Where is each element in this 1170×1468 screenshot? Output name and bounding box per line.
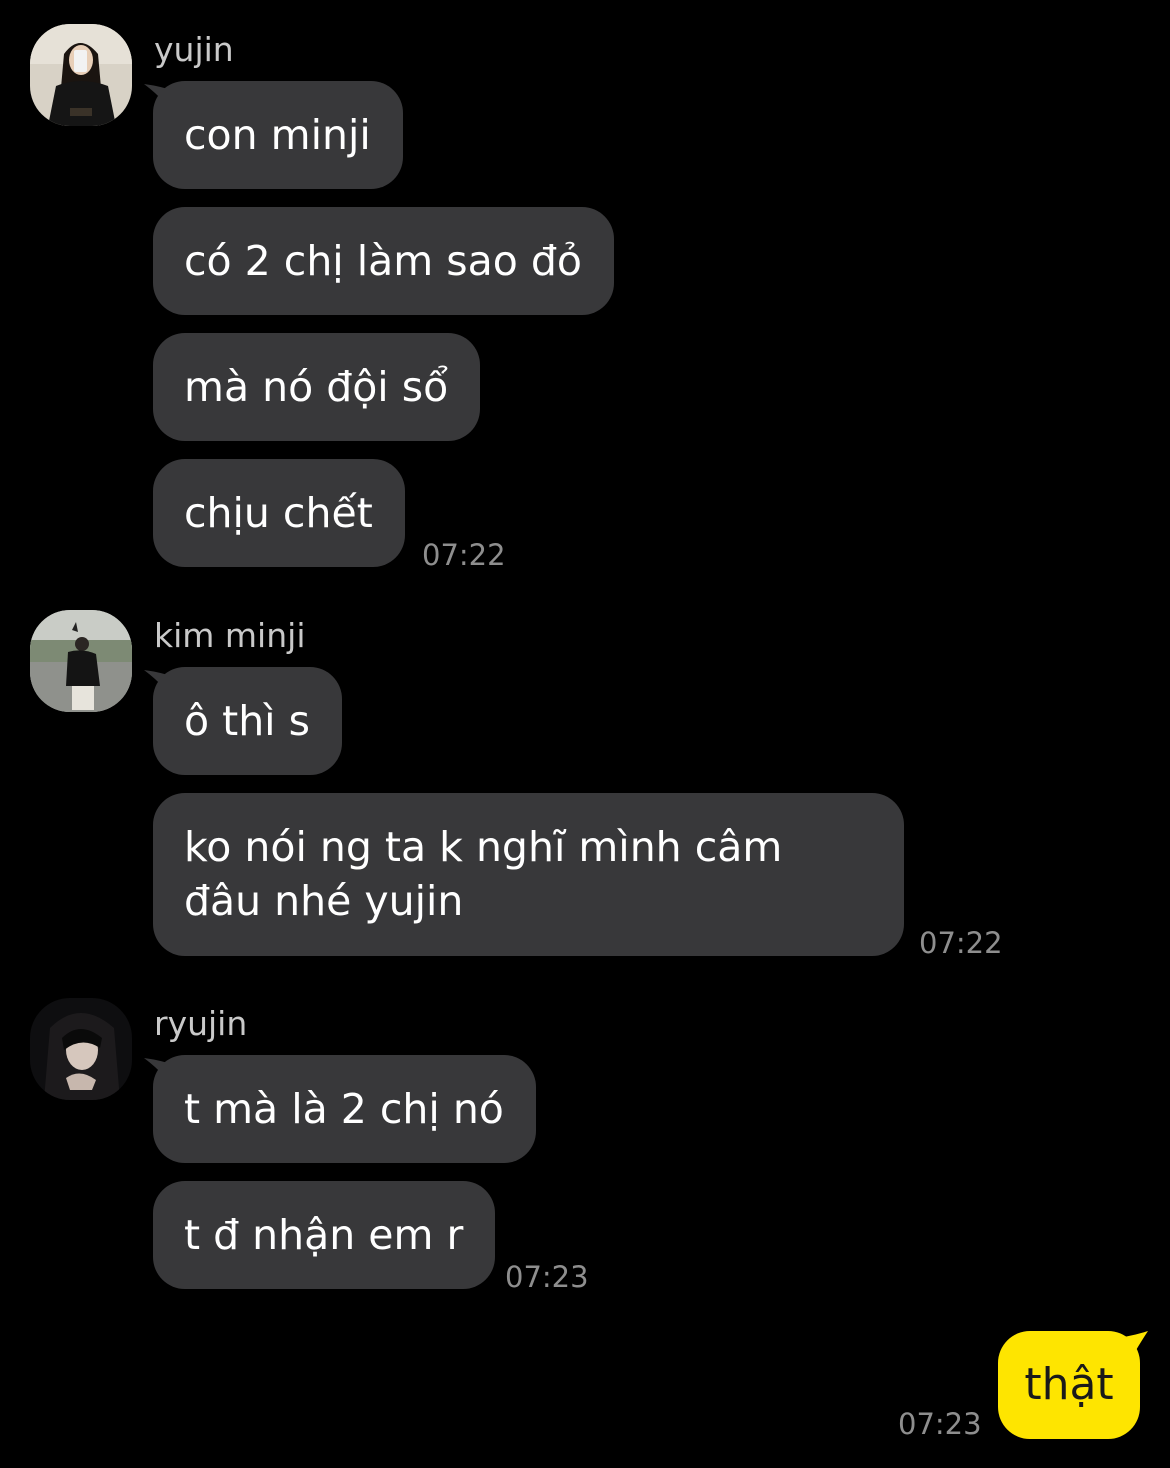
sender-name: kim minji: [154, 616, 306, 655]
message-bubble[interactable]: mà nó đội sổ: [153, 333, 481, 441]
message-bubble[interactable]: chịu chết: [153, 459, 405, 567]
profile-photo-icon[interactable]: [30, 610, 132, 712]
message-bubble[interactable]: có 2 chị làm sao đỏ: [153, 207, 614, 315]
message-bubble[interactable]: con minji: [153, 81, 403, 189]
profile-photo-icon[interactable]: [30, 998, 132, 1100]
sender-name: ryujin: [154, 1004, 248, 1043]
message-timestamp: 07:22: [919, 926, 1003, 960]
message-timestamp: 07:23: [898, 1407, 982, 1441]
profile-photo-icon[interactable]: [30, 24, 132, 126]
message-bubble[interactable]: ô thì s: [153, 667, 342, 775]
message-bubble[interactable]: t mà là 2 chị nó: [153, 1055, 536, 1163]
message-bubble[interactable]: ko nói ng ta k nghĩ mình câm đâu nhé yuj…: [153, 793, 904, 956]
message-timestamp: 07:23: [505, 1260, 589, 1294]
chat-log: yujin con minji có 2 chị làm sao đỏ mà n…: [0, 0, 1170, 1468]
message-bubble[interactable]: t đ nhận em r: [153, 1181, 496, 1289]
message-timestamp: 07:22: [422, 538, 506, 572]
sender-name: yujin: [154, 30, 234, 69]
outgoing-message-bubble[interactable]: thật: [998, 1331, 1140, 1439]
